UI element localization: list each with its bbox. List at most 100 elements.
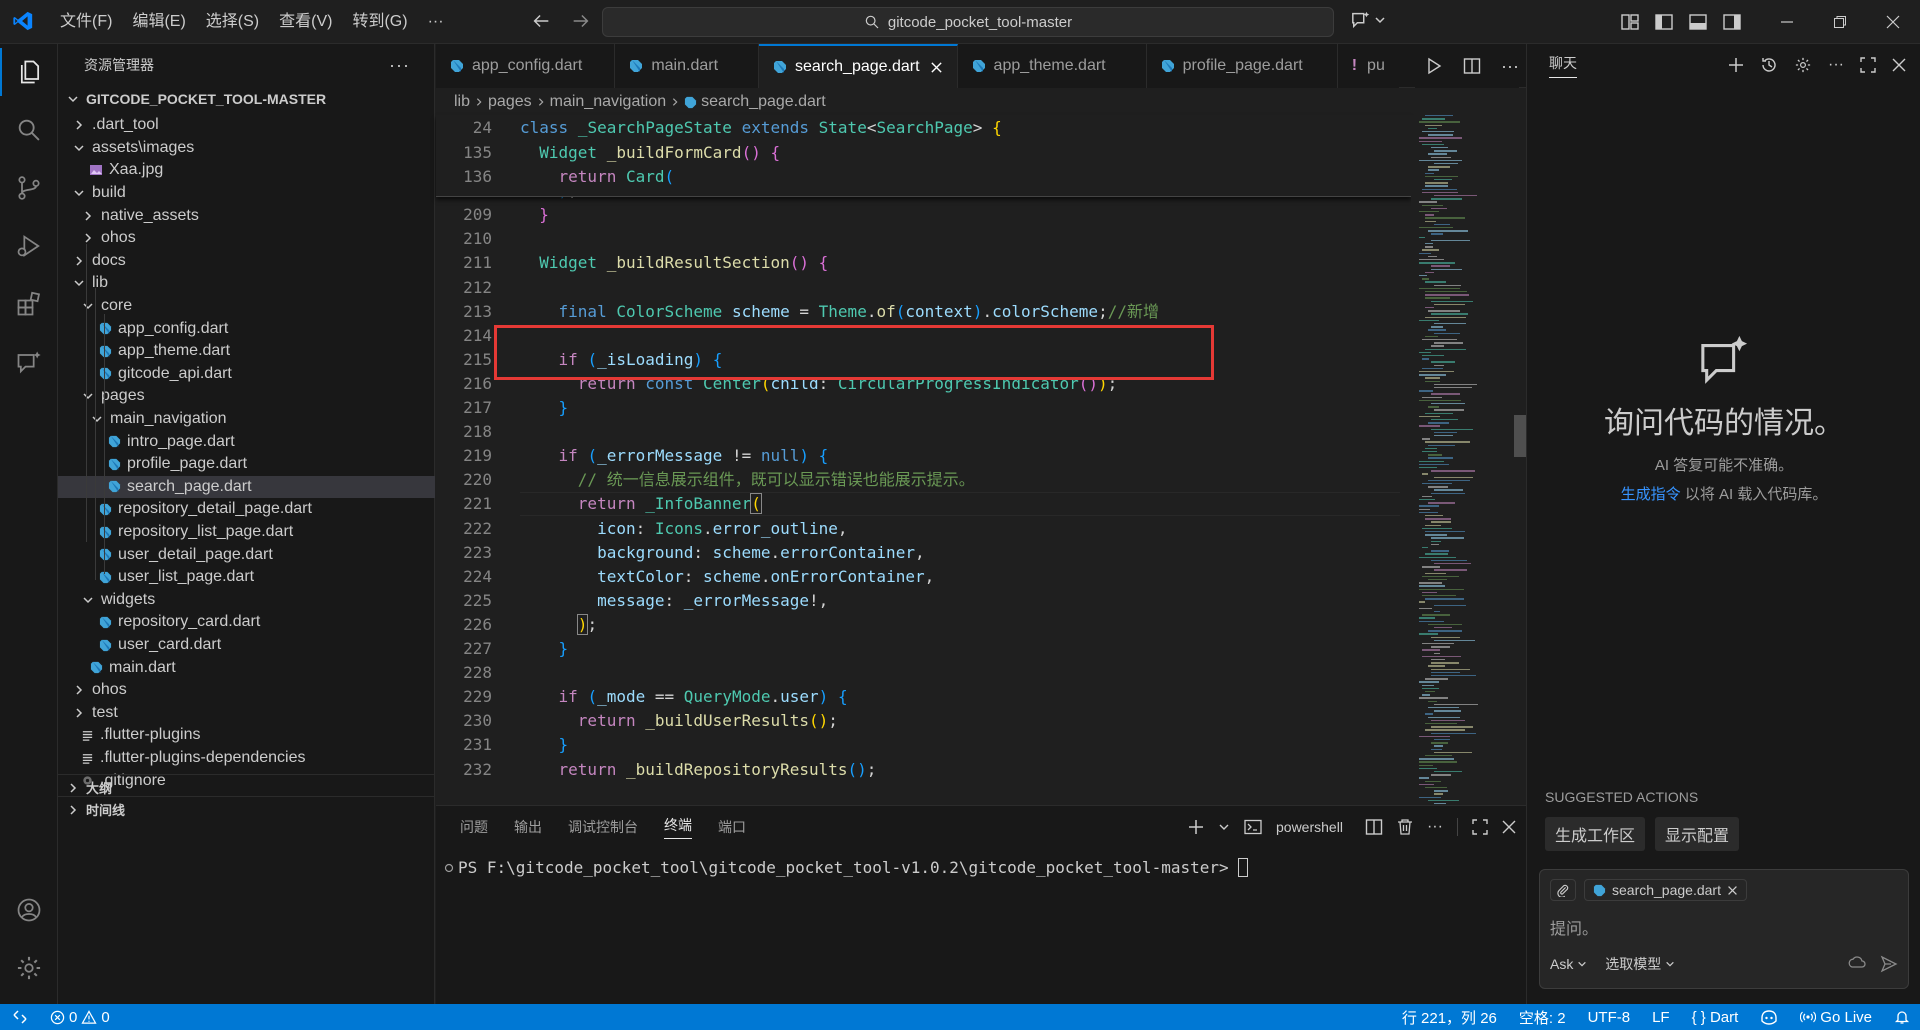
folder-item[interactable]: pages <box>58 385 435 408</box>
menu-selection[interactable]: 选择(S) <box>196 0 269 44</box>
tab-output[interactable]: 输出 <box>514 817 542 837</box>
toggle-panel-icon[interactable] <box>1688 12 1708 32</box>
workspace-root[interactable]: GITCODE_POCKET_TOOL-MASTER <box>58 86 435 112</box>
code-line[interactable]: icon: Icons.error_outline, <box>520 517 847 541</box>
tab-debug-console[interactable]: 调试控制台 <box>568 817 638 837</box>
run-debug-icon[interactable] <box>0 222 58 270</box>
code-line[interactable]: if (_errorMessage != null) { <box>520 444 829 468</box>
file-item[interactable]: main.dart <box>58 656 435 679</box>
end-of-line[interactable]: LF <box>1652 1009 1670 1026</box>
file-item[interactable]: gitcode_api.dart <box>58 363 435 386</box>
forward-arrow-icon[interactable] <box>570 10 592 32</box>
maximize-icon[interactable] <box>1860 57 1876 73</box>
code-line[interactable]: } <box>520 637 569 661</box>
tab-ports[interactable]: 端口 <box>718 817 746 837</box>
attachment-chip[interactable]: search_page.dart <box>1584 879 1747 901</box>
run-icon[interactable] <box>1425 57 1443 75</box>
code-line[interactable]: } <box>520 203 549 227</box>
file-item[interactable]: app_config.dart <box>58 317 435 340</box>
sticky-code-line[interactable]: class _SearchPageState extends State<Sea… <box>520 116 1002 140</box>
more-actions-icon[interactable]: ··· <box>1828 56 1844 74</box>
source-control-icon[interactable] <box>0 164 58 212</box>
code-line[interactable]: return _InfoBanner( <box>520 492 762 516</box>
file-item[interactable]: .flutter-plugins-dependencies <box>58 747 435 770</box>
customize-layout-icon[interactable] <box>1620 12 1640 32</box>
folder-item[interactable]: .dart_tool <box>58 114 435 137</box>
folder-item[interactable]: native_assets <box>58 204 435 227</box>
new-terminal-icon[interactable] <box>1188 819 1204 835</box>
breadcrumb-lib[interactable]: lib <box>454 93 470 111</box>
code-line[interactable]: if (_mode == QueryMode.user) { <box>520 685 848 709</box>
file-item[interactable]: .flutter-plugins <box>58 724 435 747</box>
tab-pubspec[interactable]: ! pu <box>1337 44 1399 88</box>
voice-icon[interactable] <box>1848 955 1866 973</box>
folder-item[interactable]: lib <box>58 272 435 295</box>
more-actions-icon[interactable]: ··· <box>1501 56 1519 77</box>
more-actions-icon[interactable]: ··· <box>389 55 410 76</box>
file-item[interactable]: search_page.dart <box>58 475 435 499</box>
toggle-secondary-sidebar-icon[interactable] <box>1722 12 1742 32</box>
menu-more[interactable]: ··· <box>418 0 454 44</box>
split-editor-icon[interactable] <box>1463 57 1481 75</box>
folder-item[interactable]: ohos <box>58 227 435 250</box>
file-item[interactable]: intro_page.dart <box>58 430 435 453</box>
code-line[interactable]: return _buildRepositoryResults(); <box>520 758 877 782</box>
trash-icon[interactable] <box>1397 818 1413 836</box>
file-item[interactable]: app_theme.dart <box>58 340 435 363</box>
send-icon[interactable] <box>1880 955 1898 973</box>
accounts-icon[interactable] <box>0 886 58 934</box>
minimize-icon[interactable] <box>1760 0 1813 44</box>
new-chat-icon[interactable] <box>1728 57 1744 73</box>
breadcrumb-main-navigation[interactable]: main_navigation <box>550 93 667 111</box>
code-line[interactable]: ); <box>520 613 597 637</box>
code-line[interactable]: } <box>520 733 569 757</box>
toggle-primary-sidebar-icon[interactable] <box>1654 12 1674 32</box>
go-live-button[interactable]: Go Live <box>1800 1009 1872 1026</box>
settings-gear-icon[interactable] <box>0 944 58 992</box>
folder-item[interactable]: widgets <box>58 589 435 612</box>
restore-icon[interactable] <box>1813 0 1866 44</box>
language-mode[interactable]: { } Dart <box>1692 1009 1739 1026</box>
close-icon[interactable] <box>1727 885 1738 896</box>
encoding[interactable]: UTF-8 <box>1588 1009 1631 1026</box>
folder-item[interactable]: test <box>58 702 435 725</box>
sticky-code-line[interactable]: return Card( <box>520 165 675 189</box>
problems-indicator[interactable]: 0 0 <box>50 1009 110 1026</box>
code-line[interactable]: } <box>520 396 569 420</box>
command-center-search[interactable]: gitcode_pocket_tool-master <box>602 7 1334 37</box>
breadcrumb-file[interactable]: search_page.dart <box>701 93 826 111</box>
tab-app-config[interactable]: app_config.dart <box>436 44 616 88</box>
file-item[interactable]: repository_detail_page.dart <box>58 498 435 521</box>
code-editor[interactable]: 207 ),208 );209 }210211 Widget _buildRes… <box>436 115 1411 805</box>
menu-file[interactable]: 文件(F) <box>50 0 122 44</box>
folder-item[interactable]: build <box>58 182 435 205</box>
code-line[interactable]: // 统一信息展示组件，既可以显示错误也能展示提示。 <box>520 468 975 492</box>
gear-icon[interactable] <box>1794 56 1812 74</box>
breadcrumb-pages[interactable]: pages <box>488 93 532 111</box>
sticky-code-line[interactable]: Widget _buildFormCard() { <box>520 141 780 165</box>
file-item[interactable]: repository_card.dart <box>58 611 435 634</box>
indentation[interactable]: 空格: 2 <box>1519 1007 1566 1028</box>
code-line[interactable]: message: _errorMessage!, <box>520 589 828 613</box>
more-actions-icon[interactable]: ··· <box>1427 818 1443 836</box>
split-terminal-icon[interactable] <box>1365 818 1383 836</box>
tab-problems[interactable]: 问题 <box>460 817 488 837</box>
chat-input[interactable]: 提问。 <box>1550 915 1598 939</box>
shell-name[interactable]: powershell <box>1276 819 1343 835</box>
file-item[interactable]: user_list_page.dart <box>58 566 435 589</box>
search-icon[interactable] <box>0 106 58 154</box>
mode-picker[interactable]: Ask <box>1550 956 1587 972</box>
extensions-icon[interactable] <box>0 280 58 328</box>
file-item[interactable]: profile_page.dart <box>58 453 435 476</box>
cursor-position[interactable]: 行 221，列 26 <box>1402 1007 1497 1028</box>
folder-item[interactable]: main_navigation <box>58 408 435 431</box>
folder-item[interactable]: core <box>58 295 435 318</box>
copilot-status-icon[interactable] <box>1760 1009 1778 1025</box>
generate-workspace-button[interactable]: 生成工作区 <box>1545 817 1646 851</box>
back-arrow-icon[interactable] <box>530 10 552 32</box>
folder-item[interactable]: ohos <box>58 679 435 702</box>
show-config-button[interactable]: 显示配置 <box>1655 817 1740 851</box>
file-item[interactable]: Xaa.jpg <box>58 159 435 182</box>
chat-title[interactable]: 聊天 <box>1549 53 1577 78</box>
paperclip-icon[interactable] <box>1550 879 1576 901</box>
